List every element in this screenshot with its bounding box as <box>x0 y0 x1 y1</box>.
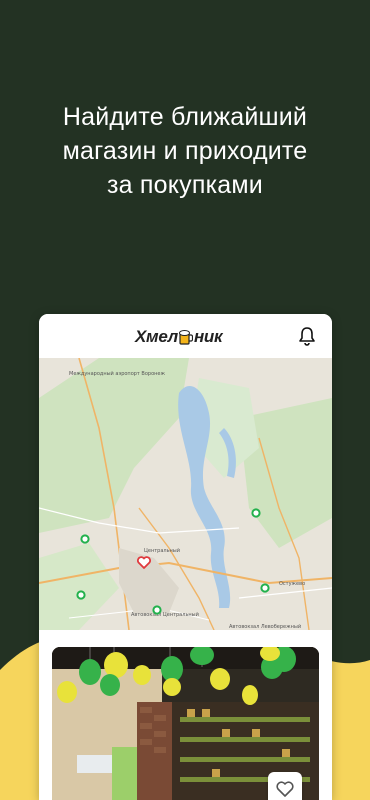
store-marker[interactable] <box>80 534 90 544</box>
heart-icon <box>276 781 294 797</box>
map-label-district: Остужево <box>279 581 306 587</box>
headline-line-2: магазин и приходите <box>62 137 308 165</box>
app-preview: Хмел ник Международный аэропорт Воронеж … <box>39 314 332 800</box>
map-label-center: Центральный <box>144 548 180 554</box>
headline-line-1: Найдите ближайший <box>62 103 308 131</box>
onboarding-headline: Найдите ближайший магазин и приходите за… <box>0 100 370 202</box>
app-header: Хмел ник <box>39 314 332 358</box>
beer-mug-icon <box>178 330 193 345</box>
map-label-airport: Международный аэропорт Воронеж <box>69 371 166 377</box>
store-map[interactable]: Международный аэропорт Воронеж Центральн… <box>39 358 332 630</box>
map-label-bus-station-2: Автовокзал Левобережный <box>229 624 302 630</box>
store-marker[interactable] <box>260 583 270 593</box>
store-marker[interactable] <box>251 508 261 518</box>
favorite-button[interactable] <box>268 772 302 800</box>
store-marker[interactable] <box>76 590 86 600</box>
map-label-bus-station: Автовокзал Центральный <box>131 612 199 618</box>
headline-line-3: за покупками <box>107 171 263 199</box>
current-location-heart-icon[interactable] <box>137 556 151 569</box>
app-logo: Хмел ник <box>135 327 223 346</box>
store-marker[interactable] <box>152 605 162 615</box>
bell-icon[interactable] <box>298 326 316 346</box>
